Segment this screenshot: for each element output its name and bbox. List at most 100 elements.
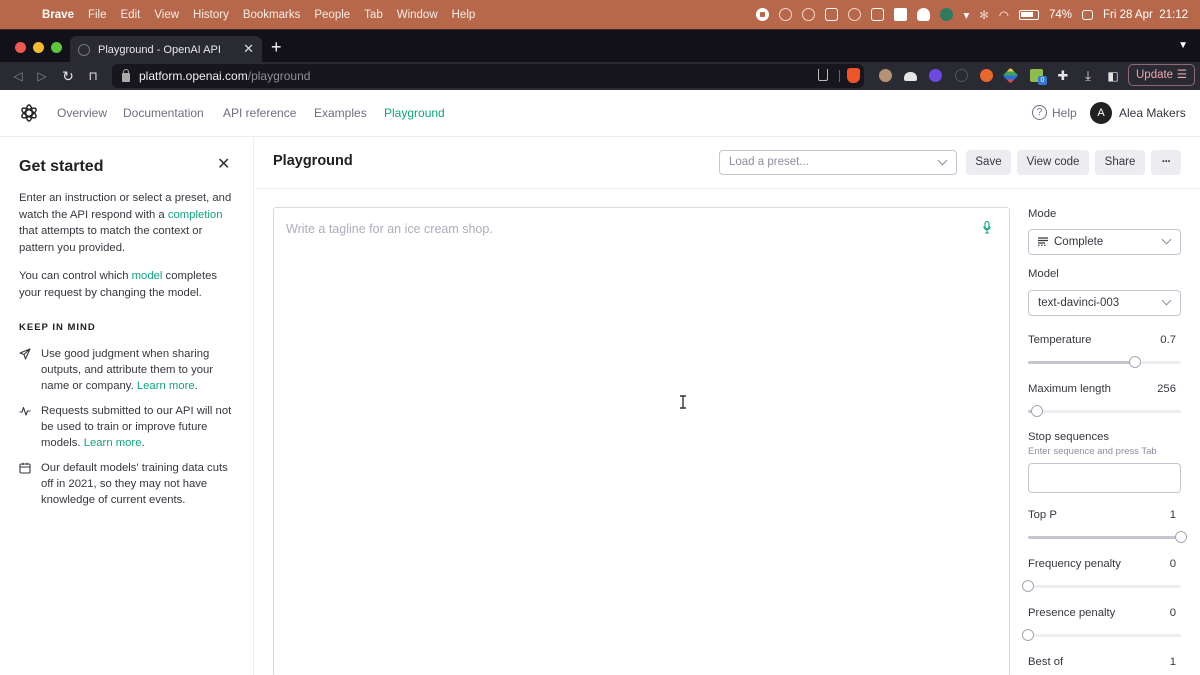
top-p-slider[interactable]	[1028, 531, 1187, 543]
control-center-icon[interactable]	[1081, 9, 1093, 20]
forward-button[interactable]: ▷	[32, 66, 52, 86]
window-zoom-button[interactable]	[51, 42, 62, 53]
prompt-input[interactable]	[274, 208, 1009, 675]
menu-bookmarks[interactable]: Bookmarks	[243, 9, 301, 21]
slider-fill	[1028, 536, 1181, 539]
mode-label: Mode	[1028, 208, 1057, 220]
mode-select[interactable]: Complete	[1028, 229, 1181, 255]
intro-paragraph: Enter an instruction or select a preset,…	[19, 190, 234, 256]
temperature-value: 0.7	[1160, 334, 1176, 346]
share-button[interactable]: Share	[1095, 150, 1145, 175]
address-bar[interactable]: platform.openai.com/playground	[112, 64, 864, 88]
back-button[interactable]: ◁	[8, 66, 28, 86]
bookmark-button[interactable]: ⊓	[83, 66, 103, 86]
browser-tab-active[interactable]: Playground - OpenAI API ✕	[70, 36, 262, 63]
best-of-value: 1	[1169, 656, 1176, 668]
openai-logo-icon[interactable]	[19, 103, 39, 123]
avatar[interactable]: A	[1090, 102, 1112, 124]
new-tab-button[interactable]: +	[271, 38, 282, 56]
slider-thumb[interactable]	[1022, 629, 1034, 641]
menu-file[interactable]: File	[88, 9, 107, 21]
window-minimize-button[interactable]	[33, 42, 44, 53]
slider-thumb[interactable]	[1022, 580, 1034, 592]
green-status-icon[interactable]	[940, 8, 954, 21]
completion-link[interactable]: completion	[168, 209, 223, 221]
keep-in-mind-text: Requests submitted to our API will not b…	[41, 403, 239, 451]
extension-owl-icon[interactable]	[879, 69, 892, 82]
gauge-status-icon[interactable]	[802, 8, 816, 21]
memory-status-icon[interactable]	[825, 8, 839, 21]
max-length-slider[interactable]	[1028, 405, 1181, 417]
slider-fill	[1028, 361, 1136, 364]
model-select[interactable]: text-davinci-003	[1028, 290, 1181, 316]
update-button[interactable]: Update ☰	[1128, 64, 1195, 86]
save-button[interactable]: Save	[966, 150, 1011, 175]
temperature-slider[interactable]	[1028, 356, 1181, 368]
extension-diamond-icon[interactable]	[1002, 67, 1019, 84]
extension-recycle-icon[interactable]	[955, 69, 968, 82]
frequency-penalty-slider[interactable]	[1022, 580, 1181, 592]
brave-shields-icon[interactable]	[847, 68, 860, 83]
share-page-icon[interactable]	[818, 69, 828, 81]
nav-documentation[interactable]: Documentation	[123, 106, 204, 120]
user-name[interactable]: Alea Makers	[1119, 106, 1186, 120]
close-panel-icon[interactable]: ✕	[217, 157, 230, 173]
shield-status-icon[interactable]	[871, 8, 885, 21]
nav-playground[interactable]: Playground	[384, 106, 445, 120]
header-divider	[255, 188, 1200, 189]
globe-status-icon[interactable]	[779, 8, 793, 21]
stop-sequences-input[interactable]	[1028, 463, 1181, 493]
browser-toolbar: ◁ ▷ ↻ ⊓ platform.openai.com/playground 0…	[0, 62, 1200, 90]
item-suffix: .	[194, 380, 198, 392]
slider-thumb[interactable]	[1031, 405, 1044, 417]
nav-api-reference[interactable]: API reference	[223, 106, 296, 120]
lock-icon[interactable]	[122, 68, 130, 82]
menu-window[interactable]: Window	[397, 9, 438, 21]
learn-more-link[interactable]: Learn more	[84, 437, 142, 449]
sidebar-toggle-icon[interactable]: ◧	[1103, 66, 1123, 86]
tab-list-chevron-icon[interactable]: ▼	[1178, 40, 1188, 51]
slider-thumb[interactable]	[1175, 531, 1187, 543]
reload-button[interactable]: ↻	[58, 66, 78, 86]
menu-app-brave[interactable]: Brave	[42, 9, 74, 21]
load-preset-select[interactable]: Load a preset...	[719, 150, 957, 175]
battery-icon[interactable]	[1018, 9, 1039, 20]
chevron-down-icon	[1161, 295, 1172, 306]
bluetooth-icon[interactable]: ✻	[979, 8, 989, 22]
notes-status-icon[interactable]	[894, 8, 908, 21]
tab-title: Playground - OpenAI API	[98, 43, 221, 56]
extensions-puzzle-icon[interactable]: ✚	[1053, 66, 1073, 86]
elephant-status-icon[interactable]	[917, 8, 931, 21]
screen-record-icon[interactable]	[756, 8, 770, 21]
frequency-penalty-label: Frequency penalty	[1028, 558, 1121, 570]
mode-value: Complete	[1054, 236, 1104, 248]
menu-view[interactable]: View	[154, 9, 179, 21]
downloads-icon[interactable]: ⤓	[1078, 66, 1098, 86]
extension-purple-icon[interactable]	[929, 69, 942, 82]
chevron-down-icon	[937, 155, 948, 166]
window-close-button[interactable]	[15, 42, 26, 53]
menubar-datetime[interactable]: Fri 28 Apr 21:12	[1103, 9, 1188, 21]
slider-thumb[interactable]	[1129, 356, 1142, 368]
extension-cloud-icon[interactable]	[904, 72, 917, 81]
menu-tab[interactable]: Tab	[364, 9, 383, 21]
extension-acorn-icon[interactable]	[980, 69, 993, 82]
menu-people[interactable]: People	[314, 9, 350, 21]
presence-penalty-slider[interactable]	[1022, 629, 1181, 641]
dropdown-caret-icon[interactable]: ▾	[963, 8, 969, 22]
wifi-icon[interactable]: ◠	[999, 8, 1009, 22]
model-link[interactable]: model	[132, 270, 163, 282]
learn-more-link[interactable]: Learn more	[137, 380, 195, 392]
view-code-button[interactable]: View code	[1017, 150, 1089, 175]
menu-help[interactable]: Help	[452, 9, 476, 21]
help-question-icon: ?	[1032, 105, 1047, 120]
nav-overview[interactable]: Overview	[57, 106, 107, 120]
nav-examples[interactable]: Examples	[314, 106, 367, 120]
tab-close-icon[interactable]: ✕	[243, 41, 254, 57]
help-link[interactable]: ? Help	[1032, 105, 1077, 120]
menu-edit[interactable]: Edit	[121, 9, 141, 21]
microphone-icon[interactable]	[983, 221, 991, 234]
more-options-button[interactable]: ···	[1151, 150, 1181, 175]
menu-history[interactable]: History	[193, 9, 229, 21]
power-status-icon[interactable]	[848, 8, 862, 21]
